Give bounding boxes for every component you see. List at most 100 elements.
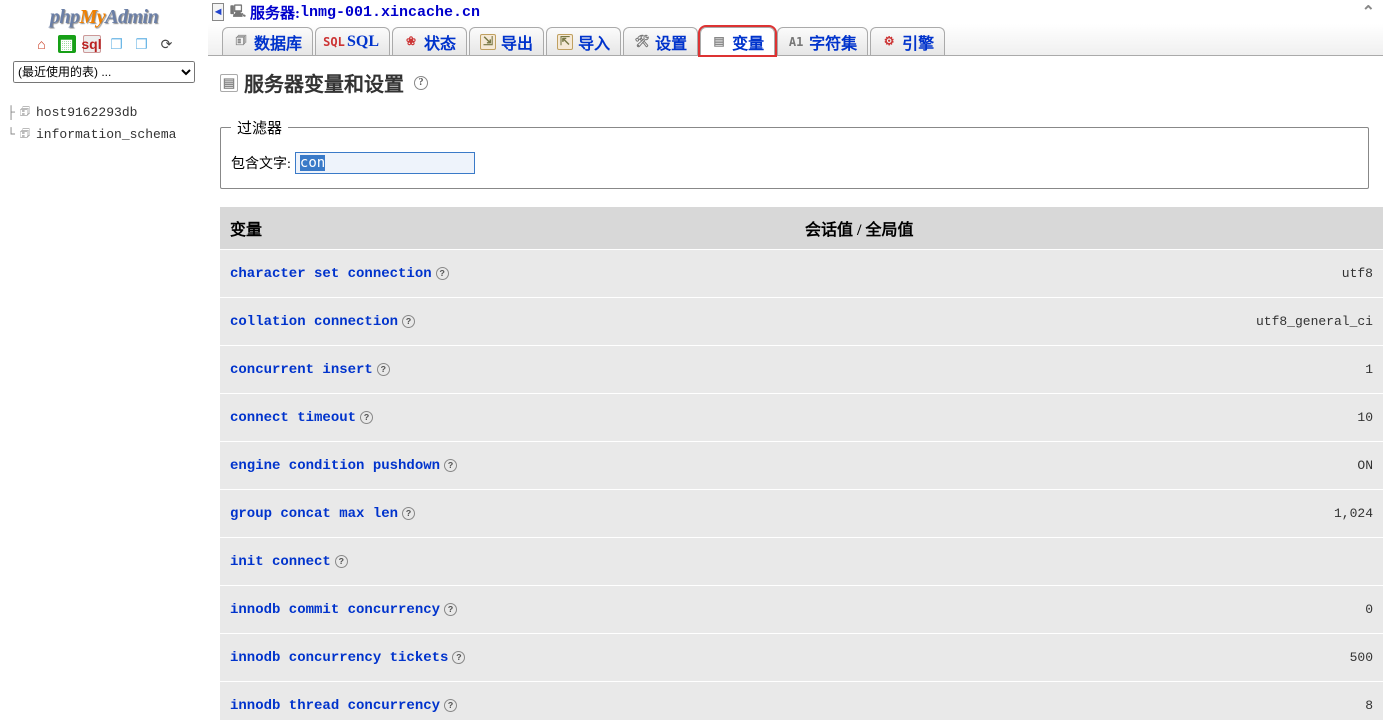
- table-row: group concat max len?1,024: [220, 489, 1383, 537]
- tab-label: 字符集: [809, 30, 857, 54]
- variable-name-text: group concat max len: [230, 506, 398, 522]
- database-tree: ├ 🗊 host9162293db └ 🗊 information_schema: [0, 101, 208, 145]
- nav-settings-icon[interactable]: ❐: [133, 35, 151, 53]
- help-icon[interactable]: ?: [444, 699, 457, 712]
- engine-icon: ⚙: [881, 34, 897, 50]
- server-host[interactable]: lnmg-001.xincache.cn: [300, 4, 480, 21]
- logo[interactable]: phpMyAdmin: [0, 6, 208, 29]
- tab-label: 设置: [655, 30, 687, 54]
- tab-databases[interactable]: 🗊 数据库: [222, 27, 313, 55]
- tab-engine[interactable]: ⚙ 引擎: [870, 27, 945, 55]
- docs-icon[interactable]: ❐: [108, 35, 126, 53]
- variables-table-header: 变量 会话值 / 全局值: [220, 207, 1383, 249]
- tab-settings[interactable]: 🛠 设置: [623, 27, 698, 55]
- filter-label: 包含文字:: [231, 153, 291, 173]
- main-panel: ◄ 🖳 服务器: lnmg-001.xincache.cn ⌃ 🗊 数据库 SQ…: [208, 0, 1383, 720]
- charset-icon: A1: [788, 34, 804, 50]
- variable-value: 1,024: [1334, 506, 1373, 521]
- variable-name[interactable]: innodb concurrency tickets?: [230, 650, 1350, 666]
- variable-value: 8: [1365, 698, 1373, 713]
- variable-value: utf8_general_ci: [1256, 314, 1373, 329]
- tab-charset[interactable]: A1 字符集: [777, 27, 868, 55]
- database-icon: 🗊: [18, 127, 32, 141]
- db-tree-label: information_schema: [36, 127, 176, 142]
- import-icon: ⇱: [557, 34, 573, 50]
- help-icon[interactable]: ?: [360, 411, 373, 424]
- help-icon[interactable]: ?: [436, 267, 449, 280]
- sql-icon[interactable]: sql: [83, 35, 101, 53]
- help-icon[interactable]: ?: [402, 315, 415, 328]
- table-row: connect timeout?10: [220, 393, 1383, 441]
- logo-part-admin: Admin: [105, 6, 158, 28]
- table-row: innodb commit concurrency?0: [220, 585, 1383, 633]
- settings-icon: 🛠: [634, 34, 650, 50]
- home-icon[interactable]: ⌂: [33, 35, 51, 53]
- variables-table: 变量 会话值 / 全局值 character set connection?ut…: [220, 207, 1383, 720]
- tab-label: 导入: [578, 30, 610, 54]
- tab-variables[interactable]: ▤ 变量: [700, 27, 775, 55]
- tab-label: 引擎: [902, 30, 934, 54]
- table-row: innodb thread concurrency?8: [220, 681, 1383, 720]
- help-icon[interactable]: ?: [402, 507, 415, 520]
- variable-value: utf8: [1342, 266, 1373, 281]
- table-row: engine condition pushdown?ON: [220, 441, 1383, 489]
- variable-name-text: concurrent insert: [230, 362, 373, 378]
- variable-name[interactable]: connect timeout?: [230, 410, 1357, 426]
- server-label: 服务器:: [250, 2, 300, 23]
- variables-page-icon: ▤: [220, 74, 238, 92]
- db-tree-item[interactable]: ├ 🗊 host9162293db: [4, 101, 208, 123]
- sidebar: phpMyAdmin ⌂ ▦ sql ❐ ❐ ⟳ (最近使用的表) ... ├ …: [0, 0, 208, 720]
- variable-name-text: init connect: [230, 554, 331, 570]
- variable-name[interactable]: concurrent insert?: [230, 362, 1365, 378]
- variable-name[interactable]: init connect?: [230, 554, 1373, 570]
- tab-export[interactable]: ⇲ 导出: [469, 27, 544, 55]
- help-icon[interactable]: ?: [377, 363, 390, 376]
- variable-value: 0: [1365, 602, 1373, 617]
- help-icon[interactable]: ?: [335, 555, 348, 568]
- help-icon[interactable]: ?: [414, 76, 428, 90]
- server-breadcrumb: ◄ 🖳 服务器: lnmg-001.xincache.cn ⌃: [208, 0, 1383, 24]
- tab-label: 状态: [424, 30, 456, 54]
- column-header-value: 会话值 / 全局值: [805, 216, 1383, 240]
- minimize-icon[interactable]: ⌃: [1362, 2, 1375, 22]
- variable-name[interactable]: group concat max len?: [230, 506, 1334, 522]
- databases-icon: 🗊: [233, 34, 249, 50]
- tab-import[interactable]: ⇱ 导入: [546, 27, 621, 55]
- variable-name[interactable]: engine condition pushdown?: [230, 458, 1357, 474]
- variable-name-text: collation connection: [230, 314, 398, 330]
- help-icon[interactable]: ?: [444, 603, 457, 616]
- help-icon[interactable]: ?: [452, 651, 465, 664]
- logo-part-php: php: [50, 6, 80, 28]
- tab-label: 变量: [732, 30, 764, 54]
- sidebar-quick-icons: ⌂ ▦ sql ❐ ❐ ⟳: [33, 35, 176, 53]
- page-title: ▤ 服务器变量和设置 ?: [220, 68, 1383, 97]
- column-header-name: 变量: [230, 216, 805, 240]
- variables-icon: ▤: [711, 34, 727, 50]
- status-icon: ❀: [403, 34, 419, 50]
- tab-label: 数据库: [254, 30, 302, 54]
- variable-name[interactable]: character set connection?: [230, 266, 1342, 282]
- table-row: innodb concurrency tickets?500: [220, 633, 1383, 681]
- variable-name[interactable]: collation connection?: [230, 314, 1256, 330]
- recent-tables-select[interactable]: (最近使用的表) ...: [13, 61, 195, 83]
- tab-status[interactable]: ❀ 状态: [392, 27, 467, 55]
- filter-fieldset: 过滤器 包含文字:: [220, 117, 1369, 189]
- help-icon[interactable]: ?: [444, 459, 457, 472]
- table-row: collation connection?utf8_general_ci: [220, 297, 1383, 345]
- table-row: concurrent insert?1: [220, 345, 1383, 393]
- variable-name-text: innodb commit concurrency: [230, 602, 440, 618]
- table-row: init connect?: [220, 537, 1383, 585]
- variable-name[interactable]: innodb thread concurrency?: [230, 698, 1365, 714]
- variable-value: 500: [1350, 650, 1373, 665]
- variable-name[interactable]: innodb commit concurrency?: [230, 602, 1365, 618]
- query-window-icon[interactable]: ▦: [58, 35, 76, 53]
- db-tree-item[interactable]: └ 🗊 information_schema: [4, 123, 208, 145]
- filter-input[interactable]: [295, 152, 475, 174]
- collapse-nav-icon[interactable]: ◄: [212, 3, 224, 21]
- reload-icon[interactable]: ⟳: [158, 35, 176, 53]
- tab-label: SQL: [347, 33, 379, 51]
- tab-sql[interactable]: SQL SQL: [315, 27, 390, 55]
- table-row: character set connection?utf8: [220, 249, 1383, 297]
- tree-branch-icon: ├: [4, 105, 18, 120]
- db-tree-label: host9162293db: [36, 105, 137, 120]
